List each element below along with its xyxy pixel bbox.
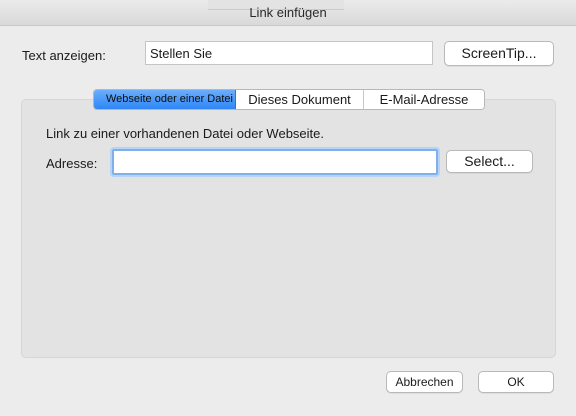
screentip-button[interactable]: ScreenTip... bbox=[444, 41, 554, 66]
address-label: Adresse: bbox=[46, 156, 98, 171]
display-text-label: Text anzeigen: bbox=[22, 48, 106, 63]
tab-this-document[interactable]: Dieses Dokument bbox=[236, 90, 364, 109]
display-text-input[interactable] bbox=[145, 41, 433, 65]
tab-email-address[interactable]: E-Mail-Adresse bbox=[364, 90, 484, 109]
cancel-button[interactable]: Abbrechen bbox=[386, 371, 463, 393]
link-type-tabs: Webseite oder einer Datei Dieses Dokumen… bbox=[93, 89, 485, 110]
window-title: Link einfügen bbox=[249, 5, 327, 20]
title-bar: Link einfügen bbox=[0, 0, 576, 26]
panel-description: Link zu einer vorhandenen Datei oder Web… bbox=[46, 126, 324, 141]
ok-button[interactable]: OK bbox=[478, 371, 554, 393]
address-input[interactable] bbox=[112, 149, 438, 175]
select-button[interactable]: Select... bbox=[446, 150, 533, 173]
tab-webpage-or-file[interactable]: Webseite oder einer Datei bbox=[94, 90, 236, 109]
